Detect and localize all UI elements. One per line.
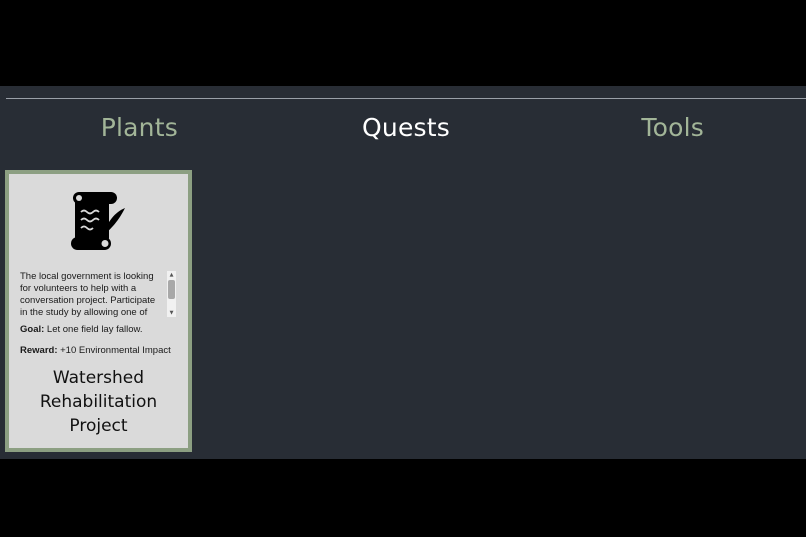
reward-label: Reward:: [20, 345, 58, 356]
quest-goal: Goal: Let one field lay fallow.: [20, 324, 143, 335]
goal-label: Goal:: [20, 324, 45, 335]
header-divider: [6, 98, 806, 99]
tab-bar: Plants Quests Tools: [6, 108, 806, 148]
letterbox-bottom: [0, 459, 806, 537]
quest-title: Watershed Rehabilitation Project: [39, 368, 158, 436]
scroll-thumb[interactable]: [168, 280, 175, 299]
quest-reward: Reward: +10 Environmental Impact: [20, 345, 171, 356]
tab-quests[interactable]: Quests: [273, 108, 540, 148]
reward-value: +10 Environmental Impact: [60, 345, 171, 356]
quest-card[interactable]: The local government is looking for volu…: [5, 170, 192, 452]
quest-description: The local government is looking for volu…: [20, 271, 156, 317]
app-window: Plants Quests Tools The local government…: [0, 86, 806, 459]
scroll-up-arrow-icon[interactable]: ▲: [167, 271, 176, 279]
description-scrollbar[interactable]: ▲ ▼: [167, 271, 176, 317]
scroll-down-arrow-icon[interactable]: ▼: [167, 309, 176, 317]
goal-value: Let one field lay fallow.: [46, 324, 143, 335]
tab-tools[interactable]: Tools: [539, 108, 806, 148]
quest-description-box[interactable]: The local government is looking for volu…: [20, 271, 180, 317]
scroll-quill-icon: [71, 192, 125, 250]
letterbox-top: [0, 0, 806, 86]
tab-plants[interactable]: Plants: [6, 108, 273, 148]
